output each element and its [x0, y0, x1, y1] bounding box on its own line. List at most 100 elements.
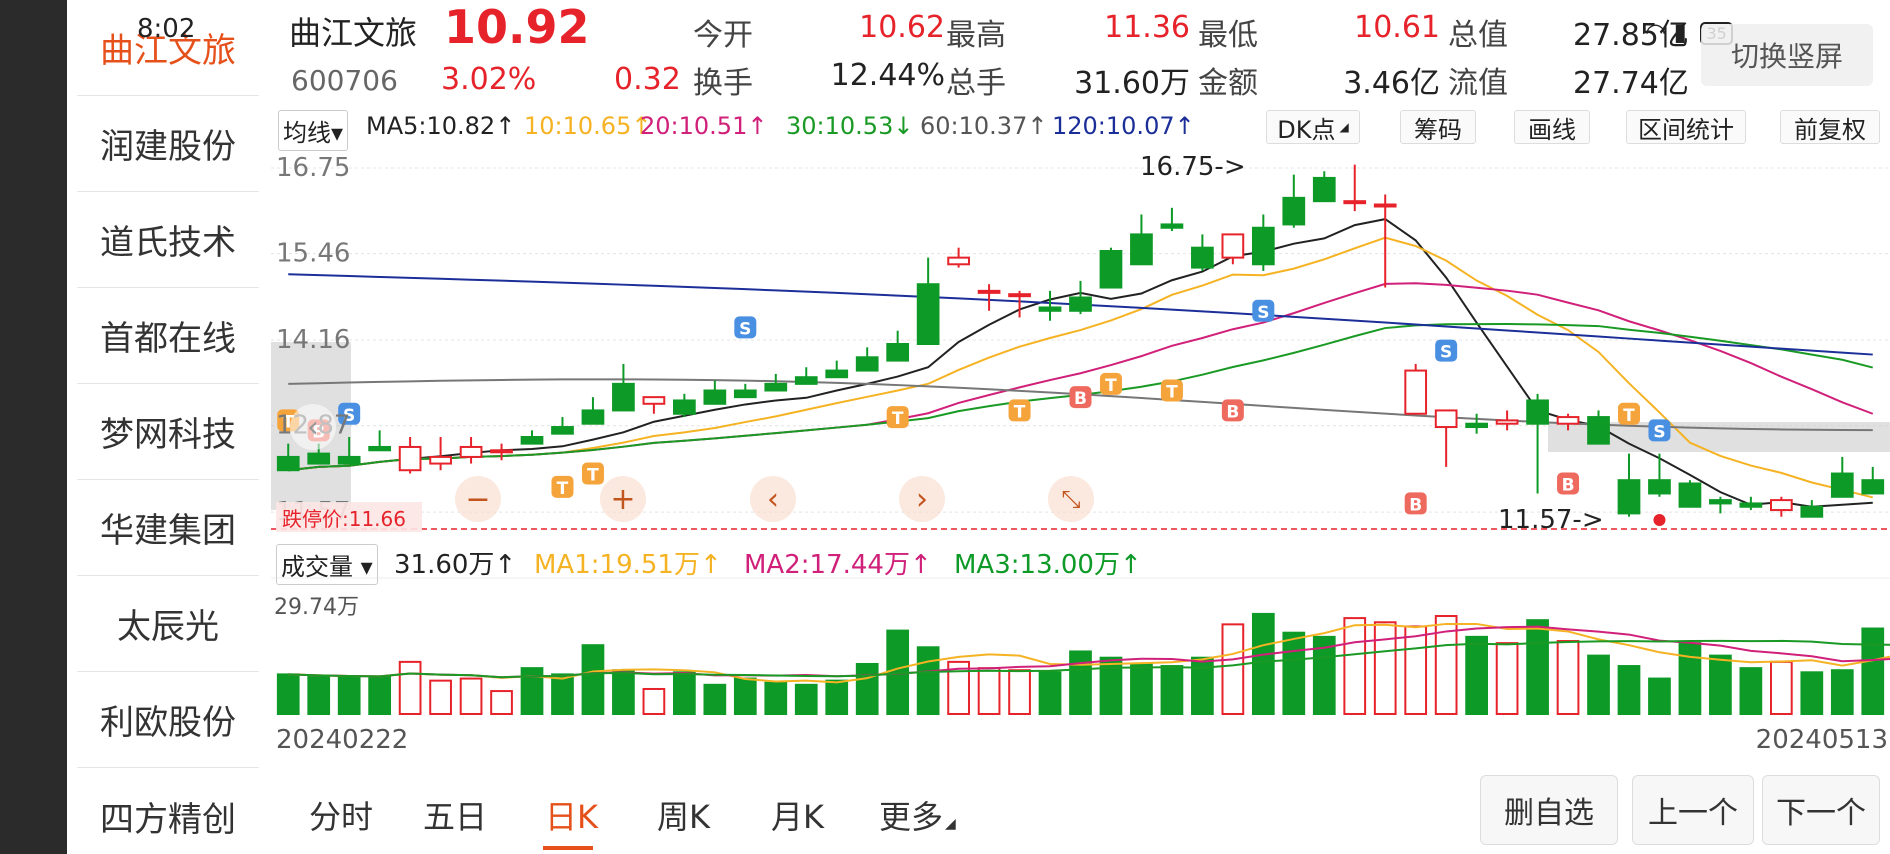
volume-bar	[581, 644, 605, 716]
volume-bar	[551, 673, 574, 716]
sidebar-item-5[interactable]: 华建集团	[77, 480, 259, 576]
ma20-label: 20:10.51↑	[640, 112, 768, 140]
quote-header: 曲江文旅 10.92 600706 3.02% 0.32 今开 10.62 最高…	[269, 0, 1890, 102]
volume-bar	[429, 679, 452, 715]
volume-bar	[1587, 654, 1610, 716]
candle-body	[398, 445, 422, 472]
candle-body	[459, 445, 483, 458]
volume-bar	[307, 675, 331, 716]
turnover-label: 换手	[693, 66, 753, 101]
signal-marker-label: B	[1074, 389, 1087, 409]
sidebar-item-2[interactable]: 道氏技术	[77, 192, 259, 288]
volume-bar	[520, 667, 544, 716]
draw-line-button[interactable]: 画线	[1514, 110, 1590, 144]
volume-ma2: MA2:17.44万↑	[744, 550, 932, 580]
sidebar-item-4[interactable]: 梦网科技	[77, 384, 259, 480]
candle-body	[1526, 399, 1549, 425]
volume-bar	[1038, 671, 1062, 715]
dk-point-button[interactable]: DK点 ◢	[1266, 110, 1360, 144]
candle-body	[733, 389, 757, 399]
candle-body	[1191, 246, 1214, 269]
ma10-line	[288, 236, 1874, 499]
previous-stock-button[interactable]: 上一个	[1632, 775, 1754, 845]
tab-more[interactable]: 更多 ◢	[879, 792, 956, 838]
ma-selector[interactable]: 均线▾	[278, 110, 349, 151]
sidebar-item-1[interactable]: 润建股份	[77, 96, 259, 192]
candle-body	[1160, 223, 1184, 229]
signal-marker-label: S	[1257, 303, 1269, 323]
signal-marker-label: T	[892, 409, 904, 429]
tab-weekly[interactable]: 周K	[657, 792, 710, 838]
ma120-label: 120:10.07↑	[1052, 112, 1195, 140]
slide-left-handle[interactable]: ‹	[290, 404, 336, 450]
tab-five-day[interactable]: 五日	[423, 792, 487, 838]
volume-bar	[1343, 617, 1367, 716]
change-percent: 3.02%	[441, 62, 537, 97]
volume-bar	[1221, 623, 1245, 716]
volume-ma1: MA1:19.51万↑	[534, 550, 722, 580]
chevron-left-icon: ‹	[767, 481, 779, 517]
volume-bar	[1191, 656, 1214, 715]
volume-bar	[764, 681, 788, 716]
candle-body	[337, 455, 361, 465]
end-date: 20240513	[1756, 725, 1888, 755]
tab-intraday[interactable]: 分时	[309, 792, 373, 838]
low-marker: 11.57->	[1498, 505, 1604, 535]
y-tick-label: 15.46	[276, 239, 350, 269]
signal-marker-label: T	[1014, 402, 1026, 422]
volume-value: 31.60万	[1074, 66, 1190, 101]
sidebar-item-7[interactable]: 利欧股份	[77, 672, 259, 768]
price-adjust-button[interactable]: 前复权	[1780, 110, 1880, 144]
signal-marker-label: T	[1166, 383, 1178, 403]
candle-body	[1617, 479, 1641, 515]
candle-body	[276, 455, 300, 472]
volume-bar	[1160, 665, 1184, 715]
candle-body	[1312, 176, 1336, 203]
next-stock-button[interactable]: 下一个	[1762, 775, 1880, 845]
volume-bar	[612, 669, 635, 716]
volume-bar	[1251, 612, 1275, 715]
start-date: 20240222	[276, 725, 408, 755]
tab-monthly[interactable]: 月K	[771, 792, 824, 838]
reset-zoom-button[interactable]: ⤡	[1048, 476, 1094, 522]
chips-button[interactable]: 筹码	[1400, 110, 1476, 144]
sidebar-item-8[interactable]: 四方精创	[77, 768, 259, 854]
sidebar-item-6[interactable]: 太辰光	[77, 576, 259, 672]
pan-right-button[interactable]: ›	[899, 476, 945, 522]
limit-down-label: 跌停价:11.66	[282, 507, 406, 531]
switch-portrait-button[interactable]: 切换竖屏	[1701, 24, 1873, 86]
alert-icon: ▮	[1673, 18, 1687, 46]
candle-body	[1099, 250, 1123, 289]
volume-bar	[1373, 621, 1397, 715]
candle-body	[581, 409, 605, 425]
volume-bar	[1739, 667, 1763, 716]
volume-bar	[1830, 669, 1854, 716]
sidebar-item-3[interactable]: 首都在线	[77, 288, 259, 384]
signal-marker-label: T	[587, 466, 599, 486]
open-label: 今开	[693, 18, 753, 53]
volume-ma3: MA3:13.00万↑	[954, 550, 1142, 580]
zoom-in-button[interactable]: +	[600, 476, 646, 522]
candle-body	[977, 289, 1001, 294]
candle-body	[1678, 482, 1702, 508]
low-label: 最低	[1198, 18, 1258, 53]
candle-body	[1221, 233, 1245, 259]
volume-selector[interactable]: 成交量 ▾	[276, 544, 378, 585]
candle-body	[1648, 479, 1671, 495]
volume-label: 总手	[946, 66, 1006, 101]
mktcap-label: 总值	[1448, 18, 1508, 53]
y-tick-label: 14.16	[276, 325, 350, 355]
pan-left-button[interactable]: ‹	[750, 476, 796, 522]
active-tab-indicator	[543, 846, 593, 850]
sidebar-item-label: 华建集团	[100, 511, 236, 551]
volume-bar	[368, 676, 392, 715]
candle-body	[612, 382, 635, 412]
remove-watchlist-button[interactable]: 删自选	[1480, 775, 1618, 845]
candle-body	[703, 389, 727, 405]
period-tabs: 分时 五日 日K 周K 月K 更多 ◢	[269, 770, 1469, 854]
signal-marker-label: T	[557, 479, 569, 499]
candle-body	[1769, 499, 1793, 512]
zoom-out-button[interactable]: −	[455, 476, 501, 522]
tab-daily[interactable]: 日K	[545, 792, 598, 838]
range-stats-button[interactable]: 区间统计	[1626, 110, 1746, 144]
